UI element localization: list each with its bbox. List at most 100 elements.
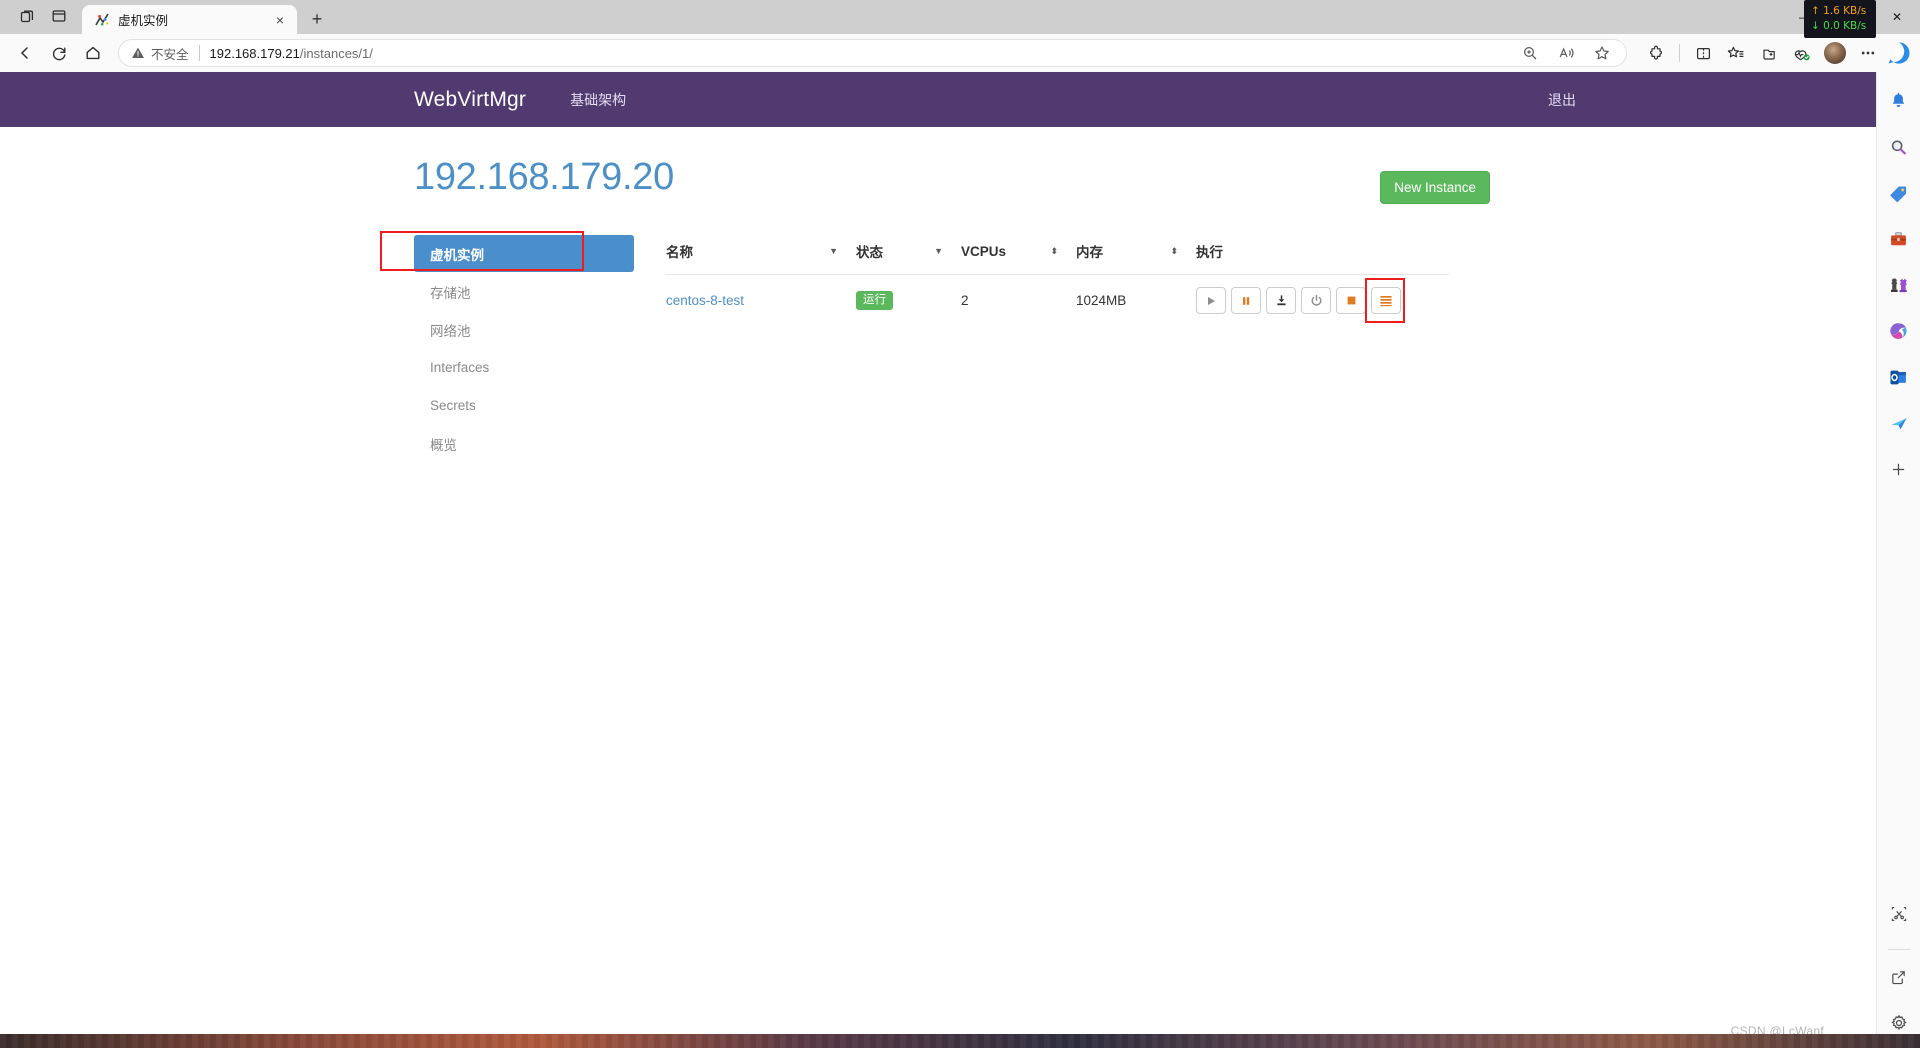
pause-button[interactable]	[1231, 287, 1261, 314]
col-name[interactable]: 名称 ▼	[666, 227, 856, 275]
read-aloud-icon[interactable]	[1556, 43, 1576, 63]
cell-actions	[1196, 275, 1449, 327]
force-stop-button[interactable]	[1336, 287, 1366, 314]
start-button[interactable]	[1196, 287, 1226, 314]
send-plane-icon[interactable]	[1884, 408, 1914, 438]
notifications-bell-icon[interactable]	[1884, 86, 1914, 116]
power-off-button[interactable]	[1301, 287, 1331, 314]
address-bar[interactable]: 不安全 192.168.179.21/instances/1/	[118, 39, 1627, 67]
collections-icon[interactable]	[1721, 38, 1751, 68]
sidebar-item-storage-pool[interactable]: 存储池	[414, 273, 634, 310]
home-button[interactable]	[76, 38, 110, 68]
header-row: 名称 ▼ 状态 ▼ VCPUs ⬍ 内存 ⬍ 执行	[666, 227, 1449, 275]
sort-icon-name[interactable]: ▼	[829, 246, 856, 256]
tabstrip-left-buttons	[0, 3, 82, 34]
browser-tab-strip: 虚机实例 × + — ❐ ✕	[0, 0, 1920, 34]
screenshot-scissors-icon[interactable]	[1884, 899, 1914, 929]
copilot-icon[interactable]	[1886, 40, 1912, 66]
back-button[interactable]	[8, 38, 42, 68]
nav-link-infrastructure[interactable]: 基础架构	[570, 90, 626, 110]
open-in-new-icon[interactable]	[1884, 962, 1914, 992]
cell-name: centos-8-test	[666, 275, 856, 327]
instance-link[interactable]: centos-8-test	[666, 293, 744, 308]
sort-icon-vcpus[interactable]: ⬍	[1050, 246, 1076, 256]
os-taskbar	[0, 1034, 1920, 1048]
chart-favicon	[94, 12, 110, 28]
page-container: 192.168.179.20 New Instance 虚机实例 存储池 网络池	[0, 127, 1876, 463]
sidebar-item-label: Interfaces	[430, 360, 490, 375]
browser-tab[interactable]: 虚机实例 ×	[82, 5, 297, 34]
zoom-in-icon[interactable]	[1520, 43, 1540, 63]
omnibox-divider	[198, 45, 200, 61]
sidebar-item-label: 虚机实例	[430, 247, 484, 263]
sidebar-item-network-pool[interactable]: 网络池	[414, 311, 634, 348]
sort-icon-status[interactable]: ▼	[934, 246, 961, 256]
col-memory-label: 内存	[1076, 245, 1103, 260]
instances-table: 名称 ▼ 状态 ▼ VCPUs ⬍ 内存 ⬍ 执行 centos-8-test …	[666, 227, 1449, 326]
search-icon[interactable]	[1884, 132, 1914, 162]
table-header: 名称 ▼ 状态 ▼ VCPUs ⬍ 内存 ⬍ 执行	[666, 227, 1449, 275]
settings-more-icon[interactable]	[1853, 38, 1883, 68]
upload-speed: ↑ 1.6 KB/s	[1811, 5, 1867, 17]
col-vcpus[interactable]: VCPUs ⬍	[961, 227, 1076, 275]
col-memory[interactable]: 内存 ⬍	[1076, 227, 1196, 275]
outlook-icon[interactable]	[1884, 362, 1914, 392]
sidebar-item-label: 概览	[430, 437, 457, 453]
app-brand[interactable]: WebVirtMgr	[414, 88, 526, 112]
url-path: /instances/1/	[299, 45, 373, 61]
snapshot-button[interactable]	[1266, 287, 1296, 314]
screen: 虚机实例 × + — ❐ ✕	[0, 0, 1920, 1048]
logout-link[interactable]: 退出	[1548, 90, 1576, 110]
download-speed: ↓ 0.0 KB/s	[1811, 20, 1867, 32]
browser-essentials-icon[interactable]	[1787, 38, 1817, 68]
omnibox-actions	[1520, 43, 1616, 63]
close-window-button[interactable]: ✕	[1874, 0, 1920, 34]
console-menu-button[interactable]	[1371, 287, 1401, 314]
sidebar-item-interfaces[interactable]: Interfaces	[414, 349, 634, 386]
new-instance-button[interactable]: New Instance	[1380, 171, 1490, 204]
network-speed-monitor[interactable]: ↑ 1.6 KB/s ↓ 0.0 KB/s	[1804, 0, 1876, 38]
add-tab-group-icon[interactable]	[1754, 38, 1784, 68]
security-warning[interactable]: 不安全	[131, 44, 189, 63]
sort-icon-memory[interactable]: ⬍	[1170, 246, 1196, 256]
taskbar-texture	[0, 1034, 1920, 1048]
sidebar-divider	[1887, 949, 1910, 950]
profile-avatar[interactable]	[1820, 38, 1850, 68]
sidebar-item-label: Secrets	[430, 398, 476, 413]
table-row: centos-8-test 运行 2 1024MB	[666, 275, 1449, 327]
sidebar-item-label: 存储池	[430, 285, 471, 301]
puzzle-extensions-icon[interactable]	[1641, 38, 1671, 68]
tab-close-icon[interactable]: ×	[271, 11, 289, 29]
cell-vcpus: 2	[961, 293, 969, 308]
side-navigation: 虚机实例 存储池 网络池 Interfaces Secrets 概览	[380, 227, 634, 463]
shopping-tag-icon[interactable]	[1884, 178, 1914, 208]
split-screen-icon[interactable]	[1688, 38, 1718, 68]
avatar	[1824, 42, 1846, 64]
col-actions-label: 执行	[1196, 245, 1223, 260]
col-status[interactable]: 状态 ▼	[856, 227, 961, 275]
sidebar-item-label: 网络池	[430, 323, 471, 339]
url-host: 192.168.179.21	[209, 45, 300, 61]
cell-status: 运行	[856, 275, 961, 327]
sidebar-item-overview[interactable]: 概览	[414, 425, 634, 462]
refresh-button[interactable]	[42, 38, 76, 68]
new-tab-button[interactable]: +	[303, 5, 331, 33]
instances-table-wrapper: 名称 ▼ 状态 ▼ VCPUs ⬍ 内存 ⬍ 执行 centos-8-test …	[666, 227, 1449, 463]
extension-toolbar	[1635, 38, 1912, 68]
sidebar-item-secrets[interactable]: Secrets	[414, 387, 634, 424]
microsoft365-icon[interactable]	[1884, 316, 1914, 346]
col-name-label: 名称	[666, 245, 693, 260]
tab-search-icon[interactable]	[14, 3, 40, 29]
add-sidebar-app-icon[interactable]	[1884, 454, 1914, 484]
games-icon[interactable]	[1884, 270, 1914, 300]
tools-briefcase-icon[interactable]	[1884, 224, 1914, 254]
split-pane-icon[interactable]	[46, 3, 72, 29]
page-header: 192.168.179.20	[414, 127, 1876, 227]
col-status-label: 状态	[856, 245, 883, 260]
page-viewport: WebVirtMgr 基础架构 退出 192.168.179.20 New In…	[0, 72, 1876, 1048]
page-title: 192.168.179.20	[414, 155, 674, 198]
tab-title: 虚机实例	[118, 14, 169, 28]
star-icon[interactable]	[1592, 43, 1612, 63]
security-warning-text: 不安全	[151, 47, 189, 62]
sidebar-item-instances[interactable]: 虚机实例	[414, 235, 634, 272]
